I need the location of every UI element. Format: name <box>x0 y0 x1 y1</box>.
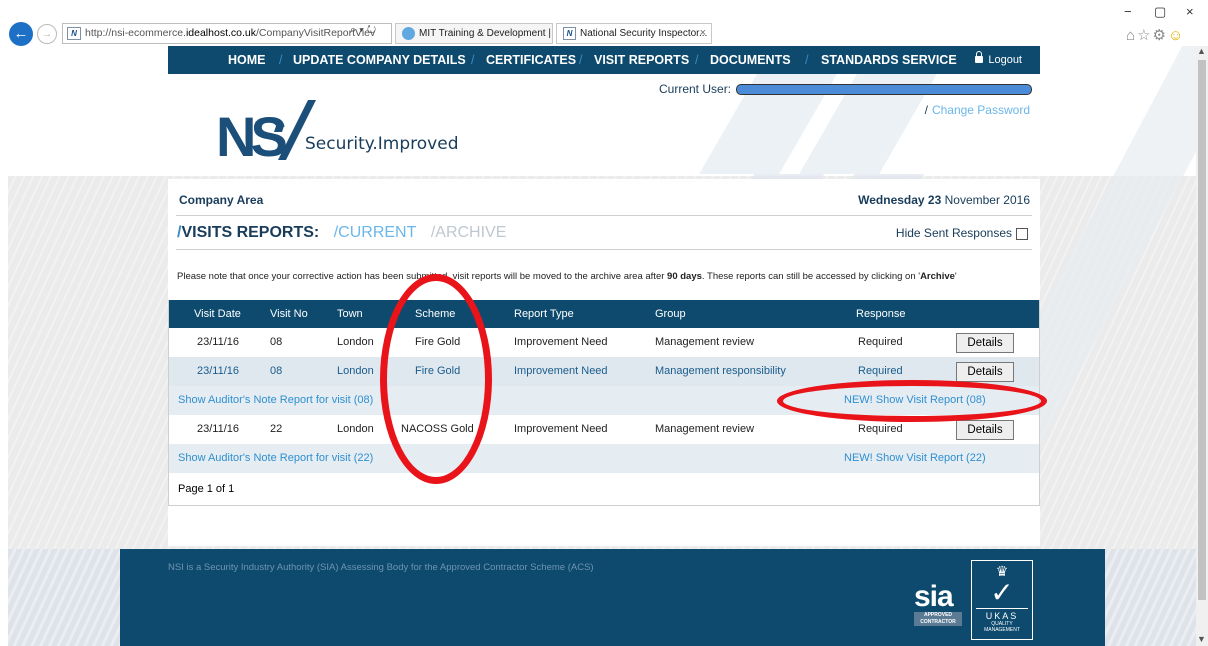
tick-icon: ✓ <box>990 577 1014 608</box>
browser-toolbar: ← → Nhttp://nsi-ecommerce.idealhost.co.u… <box>0 0 1208 46</box>
ukas-name: UKAS <box>976 608 1028 621</box>
sia-letters: sia <box>914 580 954 613</box>
nav-documents[interactable]: DOCUMENTS <box>710 46 791 74</box>
annotation-oval-visit-report <box>777 380 1047 422</box>
site-favicon-icon: N <box>563 26 576 40</box>
lock-icon <box>975 51 984 63</box>
nav-standards-service[interactable]: STANDARDS SERVICE <box>821 46 957 74</box>
search-refresh-icon[interactable]: ⌕ ▾ ↻ <box>350 24 376 37</box>
nav-separator: / <box>579 53 583 67</box>
tab-label: MIT Training & Development | ... <box>419 28 553 39</box>
current-user-redacted <box>736 84 1032 95</box>
ukas-sub2: MANAGEMENT <box>984 627 1020 633</box>
url-prefix: http://nsi-ecommerce. <box>85 27 186 39</box>
ie-page-icon <box>402 26 415 40</box>
logo-tagline: Security.Improved <box>305 134 459 154</box>
sia-sub1: APPROVED <box>914 612 962 619</box>
browser-right-icons: ⌂☆⚙☺ <box>1126 26 1185 44</box>
logout-button[interactable]: Logout <box>975 46 1022 74</box>
note-days: 90 days <box>667 271 702 282</box>
nav-separator: / <box>695 53 699 67</box>
footer: NSI is a Security Industry Authority (SI… <box>120 549 1105 646</box>
vertical-scrollbar[interactable]: ▲ ▼ <box>1196 46 1208 646</box>
title-text: VISITS REPORTS: <box>181 224 320 241</box>
date-weekday: Wednesday 23 <box>858 193 942 207</box>
svg-text:NS: NS <box>216 105 286 168</box>
address-bar[interactable]: Nhttp://nsi-ecommerce.idealhost.co.uk/Co… <box>62 23 392 44</box>
tab-national-security-inspector[interactable]: N National Security Inspector... × <box>556 23 712 44</box>
nav-separator: / <box>279 53 283 67</box>
settings-gear-icon[interactable]: ⚙ <box>1153 27 1168 44</box>
scroll-down-icon[interactable]: ▼ <box>1197 634 1206 644</box>
sia-approved-contractor-logo: sia APPROVED CONTRACTOR <box>914 582 962 630</box>
note-text: ' <box>954 271 957 282</box>
change-password-label: Change Password <box>931 103 1030 117</box>
change-password-slash: / <box>924 103 928 117</box>
tab-current[interactable]: /CURRENT <box>334 224 417 241</box>
nav-separator: / <box>471 53 475 67</box>
back-arrow-icon[interactable]: ← <box>9 22 33 46</box>
note-archive: Archive <box>920 271 955 282</box>
scroll-up-icon[interactable]: ▲ <box>1197 46 1206 56</box>
favorites-star-icon[interactable]: ☆ <box>1137 27 1152 44</box>
url-domain: idealhost.co.uk <box>185 27 256 39</box>
content-area: Company Area Wednesday 23 November 2016 … <box>168 179 1040 546</box>
tab-archive[interactable]: /ARCHIVE <box>431 224 507 241</box>
sia-sub2: CONTRACTOR <box>914 619 962 626</box>
site-favicon-icon: N <box>67 26 81 40</box>
hide-sent-responses[interactable]: Hide Sent Responses <box>896 226 1028 240</box>
divider <box>176 215 1032 216</box>
home-icon[interactable]: ⌂ <box>1126 27 1137 44</box>
archive-note: Please note that once your corrective ac… <box>177 271 957 282</box>
footer-text: NSI is a Security Industry Authority (SI… <box>168 562 594 573</box>
divider <box>176 249 1032 250</box>
nav-separator: / <box>805 53 809 67</box>
nav-update-company-details[interactable]: UPDATE COMPANY DETAILS <box>293 46 466 74</box>
browser-window: ← → Nhttp://nsi-ecommerce.idealhost.co.u… <box>0 0 1208 646</box>
nav-home[interactable]: HOME <box>228 46 266 74</box>
tab-mit-training[interactable]: MIT Training & Development | ... <box>395 23 553 44</box>
current-date: Wednesday 23 November 2016 <box>858 193 1030 207</box>
company-area-label: Company Area <box>179 193 264 207</box>
site-container: HOME / UPDATE COMPANY DETAILS / CERTIFIC… <box>168 46 1040 546</box>
forward-arrow-icon[interactable]: → <box>37 24 57 44</box>
hide-sent-label: Hide Sent Responses <box>895 226 1012 240</box>
annotation-oval-scheme-column <box>380 274 492 484</box>
main-nav: HOME / UPDATE COMPANY DETAILS / CERTIFIC… <box>168 46 1040 74</box>
feedback-smiley-icon[interactable]: ☺ <box>1168 27 1185 44</box>
tab-close-icon[interactable]: × <box>700 24 706 43</box>
scrollbar-thumb[interactable] <box>1198 60 1206 600</box>
maximize-icon[interactable]: ▢ <box>1154 4 1166 20</box>
ukas-quality-management-logo: ♛ ✓ UKAS QUALITY MANAGEMENT <box>971 560 1033 640</box>
nav-certificates[interactable]: CERTIFICATES <box>486 46 576 74</box>
nav-visit-reports[interactable]: VISIT REPORTS <box>594 46 689 74</box>
date-rest: November 2016 <box>941 193 1030 207</box>
current-user-label: Current User: <box>659 82 732 96</box>
tab-label: National Security Inspector... <box>580 28 708 39</box>
page-title: /VISITS REPORTS: /CURRENT /ARCHIVE <box>177 224 506 242</box>
note-text: . These reports can still be accessed by… <box>701 271 921 282</box>
minimize-icon[interactable]: − <box>1124 4 1132 19</box>
site-header: NS Security.Improved Current User: / Chan… <box>168 74 1040 207</box>
logout-label: Logout <box>988 54 1022 66</box>
change-password-link[interactable]: / Change Password <box>925 103 1030 117</box>
hide-sent-checkbox[interactable] <box>1016 227 1028 240</box>
close-window-icon[interactable]: × <box>1186 4 1194 19</box>
nsi-logo-icon: NS <box>216 100 316 168</box>
